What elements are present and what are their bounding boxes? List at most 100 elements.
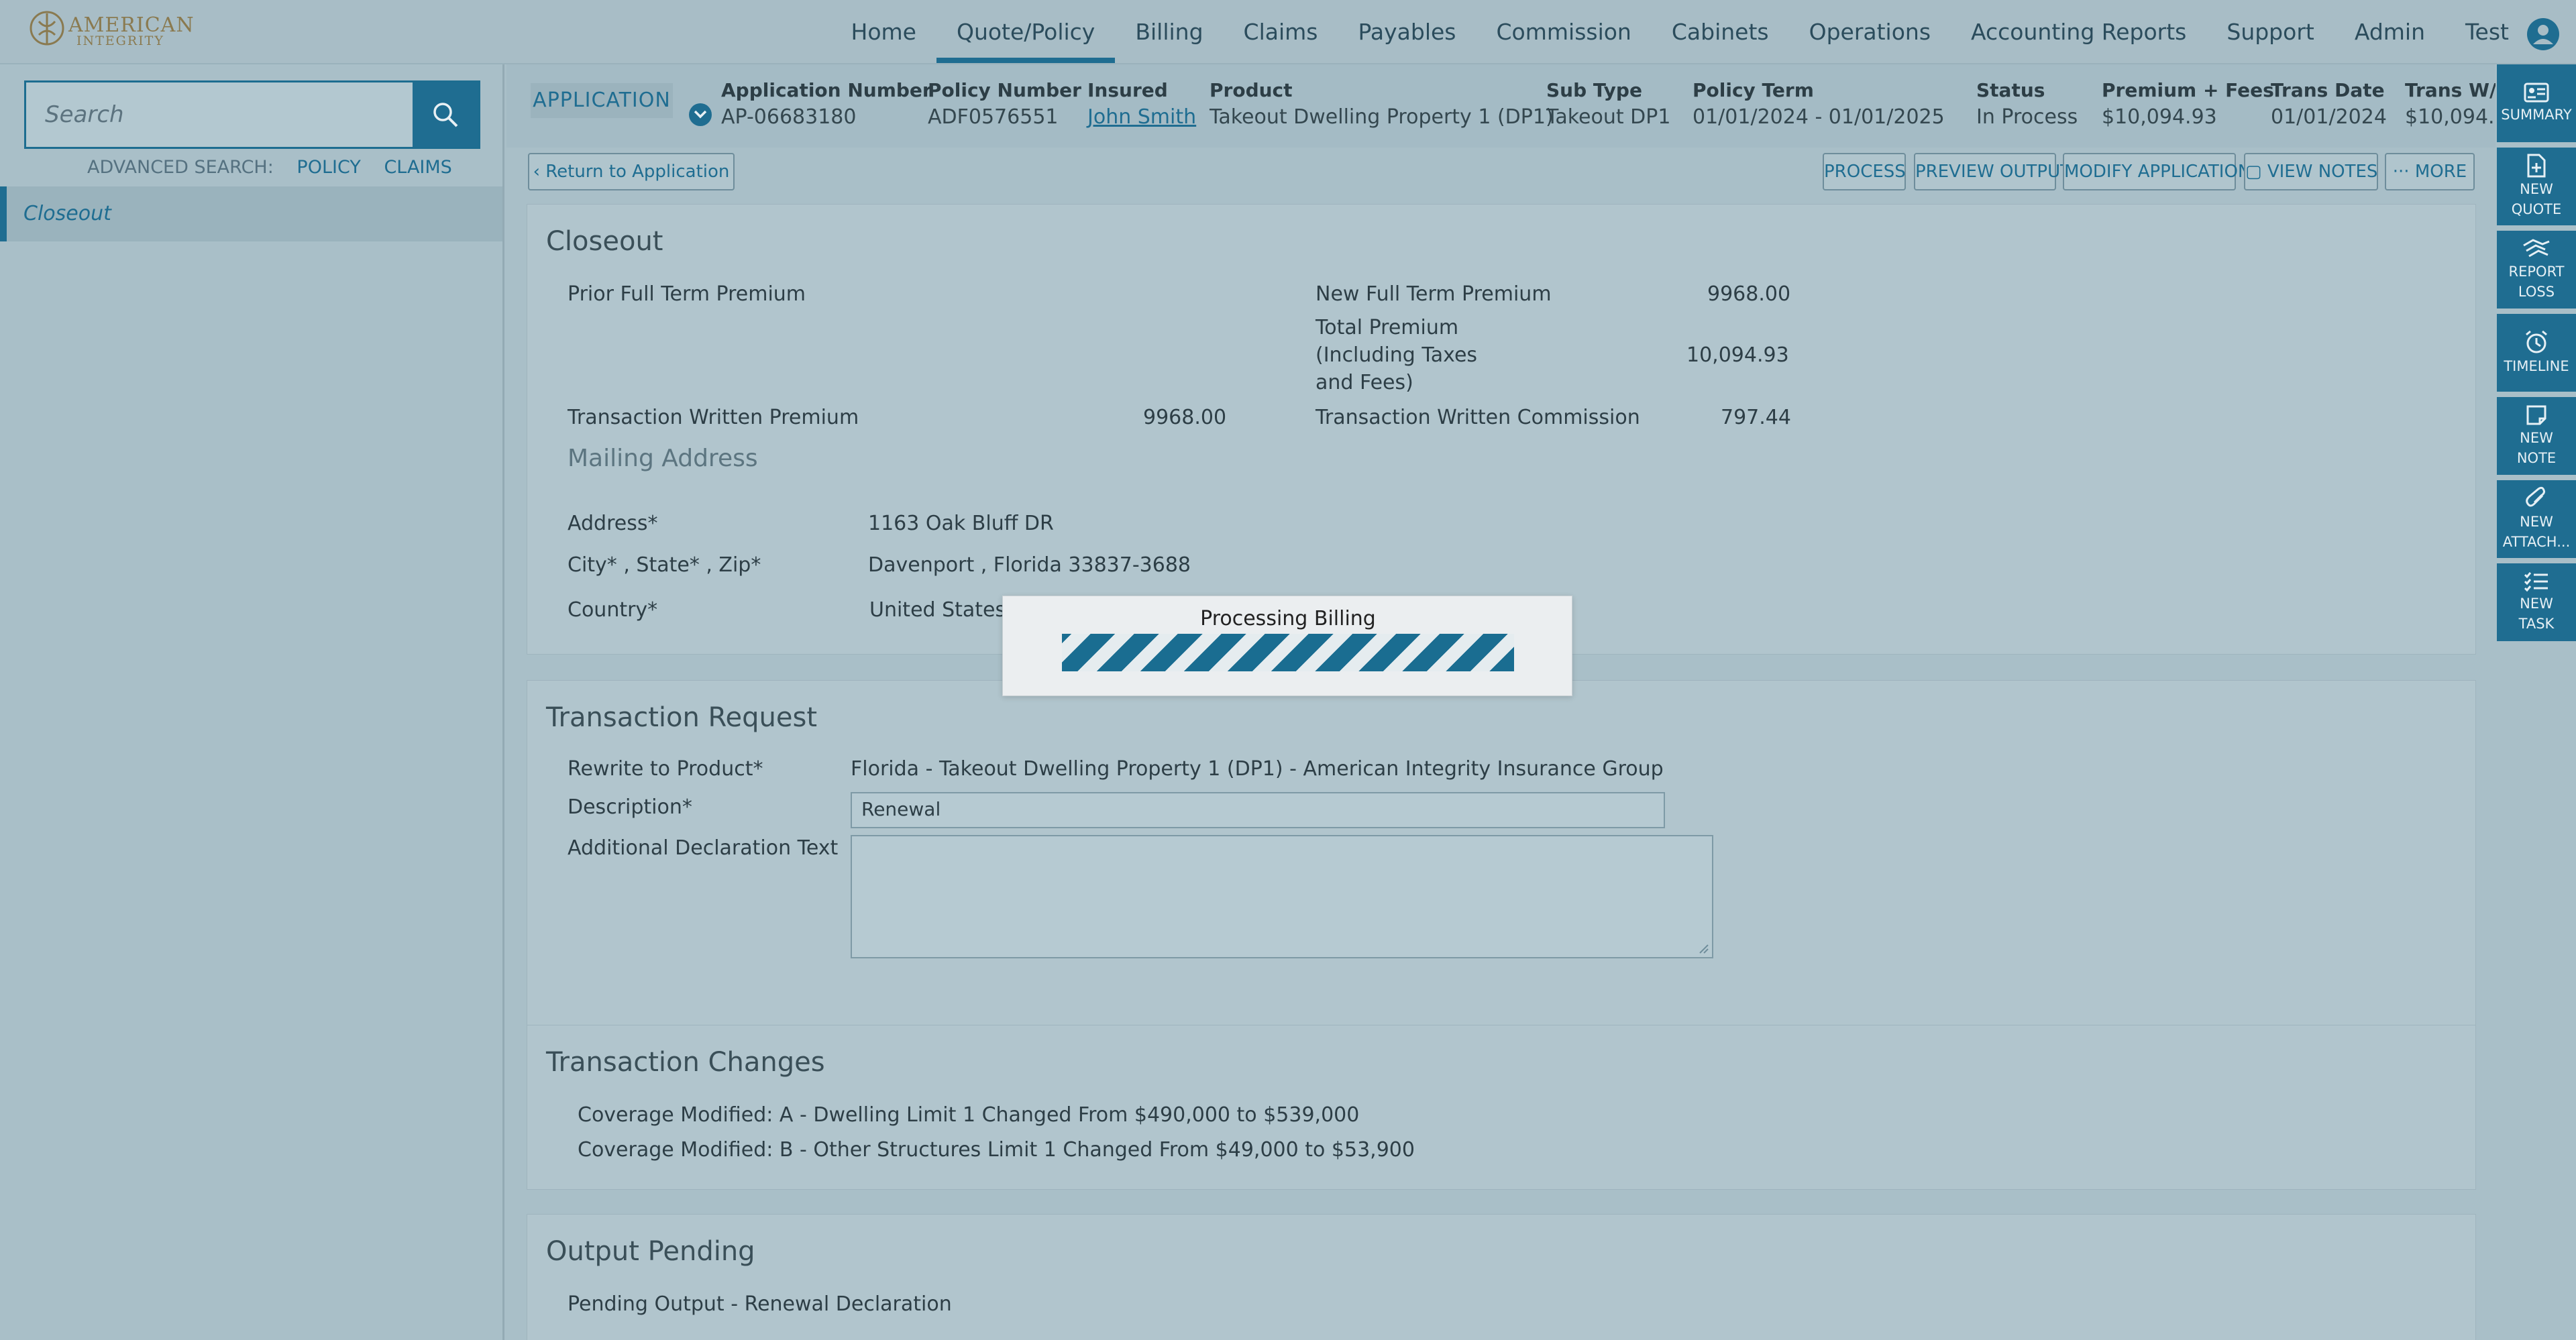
- nav-payables[interactable]: Payables: [1338, 0, 1476, 64]
- field-value: $10,094.93: [2102, 105, 2217, 129]
- action-bar: ‹ Return to Application PROCESS PREVIEW …: [506, 153, 2496, 193]
- main-content: APPLICATION Application Number AP-066831…: [506, 64, 2496, 1340]
- report-loss-icon: [2523, 239, 2550, 258]
- policy-info-bar: APPLICATION Application Number AP-066831…: [506, 64, 2496, 148]
- field-trans-wp: Trans W/P $10,094.9: [2405, 79, 2496, 129]
- field-value: In Process: [1976, 105, 2078, 129]
- field-trans-date: Trans Date 01/01/2024: [2271, 79, 2387, 129]
- preview-output-button[interactable]: PREVIEW OUTPUT: [1914, 153, 2071, 190]
- sidebar-item-closeout[interactable]: Closeout: [0, 186, 502, 241]
- field-insured: Insured John Smith: [1087, 79, 1196, 129]
- new-full-term-value: 9968.00: [1707, 282, 1791, 306]
- description-input[interactable]: Renewal: [851, 792, 1665, 828]
- additional-declaration-textarea[interactable]: [851, 835, 1713, 958]
- nav-operations[interactable]: Operations: [1789, 0, 1951, 64]
- search-button[interactable]: [413, 82, 478, 147]
- total-premium-label-line1: Total Premium: [1316, 316, 1459, 339]
- more-label: MORE: [2414, 162, 2467, 182]
- nav-commission[interactable]: Commission: [1477, 0, 1652, 64]
- timeline-button[interactable]: TIMELINE: [2497, 314, 2576, 392]
- rb-attach-line1: NEW: [2520, 514, 2553, 530]
- modify-application-button[interactable]: MODIFY APPLICATION: [2063, 153, 2251, 190]
- rb-attach-line2: ATTACH...: [2502, 534, 2571, 550]
- nav-claims[interactable]: Claims: [1224, 0, 1338, 64]
- change-item: Coverage Modified: A - Dwelling Limit 1 …: [578, 1103, 1360, 1127]
- rewrite-to-product-label: Rewrite to Product*: [568, 757, 763, 781]
- more-icon: ···: [2392, 162, 2410, 182]
- field-label: Sub Type: [1546, 79, 1642, 101]
- output-pending-panel: Output Pending Pending Output - Renewal …: [527, 1214, 2476, 1340]
- transaction-changes-title: Transaction Changes: [546, 1047, 825, 1078]
- return-to-application-button[interactable]: ‹ Return to Application: [528, 153, 735, 190]
- new-quote-button[interactable]: NEW QUOTE: [2497, 148, 2576, 225]
- pending-output-item: Pending Output - Renewal Declaration: [568, 1292, 952, 1316]
- closeout-title: Closeout: [546, 226, 663, 257]
- nav-test[interactable]: Test: [2445, 0, 2529, 64]
- insured-link[interactable]: John Smith: [1087, 105, 1196, 129]
- nav-billing[interactable]: Billing: [1115, 0, 1223, 64]
- processing-title: Processing Billing: [1200, 607, 1376, 630]
- nav-home[interactable]: Home: [831, 0, 936, 64]
- user-avatar-icon[interactable]: [2526, 17, 2560, 51]
- nav-cabinets[interactable]: Cabinets: [1652, 0, 1789, 64]
- rb-new-note-line2: NOTE: [2516, 450, 2557, 466]
- transaction-request-title: Transaction Request: [546, 702, 818, 733]
- more-button[interactable]: ··· MORE: [2385, 153, 2475, 190]
- additional-declaration-label: Additional Declaration Text: [568, 836, 839, 860]
- closeout-panel: Closeout Prior Full Term Premium New Ful…: [527, 204, 2476, 655]
- field-label: Premium + Fees: [2102, 79, 2274, 101]
- brand-logo[interactable]: AMERICAN INTEGRITY: [27, 8, 194, 51]
- field-label: Policy Term: [1693, 79, 1814, 101]
- field-application-number: Application Number AP-06683180: [721, 79, 932, 129]
- expand-chevron-button[interactable]: [689, 103, 712, 126]
- transaction-written-commission-label: Transaction Written Commission: [1316, 406, 1640, 429]
- new-note-icon: [2526, 405, 2546, 425]
- total-premium-value: 10,094.93: [1686, 343, 1789, 367]
- return-label: Return to Application: [545, 162, 730, 182]
- logo-mark-icon: [30, 11, 64, 46]
- new-attachment-button[interactable]: NEW ATTACH...: [2497, 480, 2576, 558]
- transaction-written-commission-value: 797.44: [1721, 406, 1791, 429]
- advanced-search-claims-link[interactable]: CLAIMS: [384, 157, 451, 178]
- timeline-icon: [2526, 330, 2547, 353]
- advanced-search: ADVANCED SEARCH: POLICY CLAIMS: [87, 157, 470, 178]
- summary-button[interactable]: SUMMARY: [2497, 64, 2576, 142]
- view-notes-button[interactable]: ▢ VIEW NOTES: [2244, 153, 2378, 190]
- right-toolbar: SUMMARY NEW QUOTE REPORT LOSS TIMELINE N…: [2496, 64, 2576, 1340]
- new-task-button[interactable]: NEW TASK: [2497, 563, 2576, 641]
- chevron-left-icon: ‹: [533, 162, 540, 182]
- rb-new-task-line2: TASK: [2518, 616, 2555, 632]
- field-policy-term: Policy Term 01/01/2024 - 01/01/2025: [1693, 79, 1945, 129]
- nav-accounting-reports[interactable]: Accounting Reports: [1951, 0, 2206, 64]
- rb-new-quote-line1: NEW: [2520, 181, 2553, 197]
- address-label: Address*: [568, 512, 658, 535]
- nav-quote-policy[interactable]: Quote/Policy: [936, 0, 1116, 64]
- field-premium-fees: Premium + Fees $10,094.93: [2102, 79, 2274, 129]
- prior-full-term-label: Prior Full Term Premium: [568, 282, 806, 306]
- summary-icon: [2524, 82, 2549, 103]
- nav-admin[interactable]: Admin: [2334, 0, 2445, 64]
- rewrite-to-product-value: Florida - Takeout Dwelling Property 1 (D…: [851, 757, 1664, 781]
- total-premium-label-line3: and Fees): [1316, 371, 1413, 394]
- new-note-button[interactable]: NEW NOTE: [2497, 397, 2576, 475]
- transaction-written-premium-value: 9968.00: [1143, 406, 1227, 429]
- new-full-term-label: New Full Term Premium: [1316, 282, 1552, 306]
- field-sub-type: Sub Type Takeout DP1: [1546, 79, 1670, 129]
- address-value: 1163 Oak Bluff DR: [868, 512, 1054, 535]
- processing-modal: Processing Billing: [1002, 596, 1572, 696]
- report-loss-button[interactable]: REPORT LOSS: [2497, 231, 2576, 309]
- nav-support[interactable]: Support: [2206, 0, 2334, 64]
- search-input[interactable]: [26, 82, 414, 147]
- field-label: Trans Date: [2271, 79, 2385, 101]
- description-label: Description*: [568, 795, 692, 819]
- city-state-zip-value: Davenport , Florida 33837-3688: [868, 553, 1191, 577]
- rb-timeline-label: TIMELINE: [2504, 358, 2569, 374]
- resize-handle-icon[interactable]: [1697, 942, 1709, 954]
- field-value: 01/01/2024 - 01/01/2025: [1693, 105, 1945, 129]
- new-quote-icon: [2527, 154, 2546, 178]
- total-premium-label-line2: (Including Taxes: [1316, 343, 1478, 367]
- process-button[interactable]: PROCESS: [1823, 153, 1906, 190]
- advanced-search-policy-link[interactable]: POLICY: [297, 157, 360, 178]
- field-status: Status In Process: [1976, 79, 2078, 129]
- rb-report-loss-line1: REPORT: [2508, 264, 2565, 280]
